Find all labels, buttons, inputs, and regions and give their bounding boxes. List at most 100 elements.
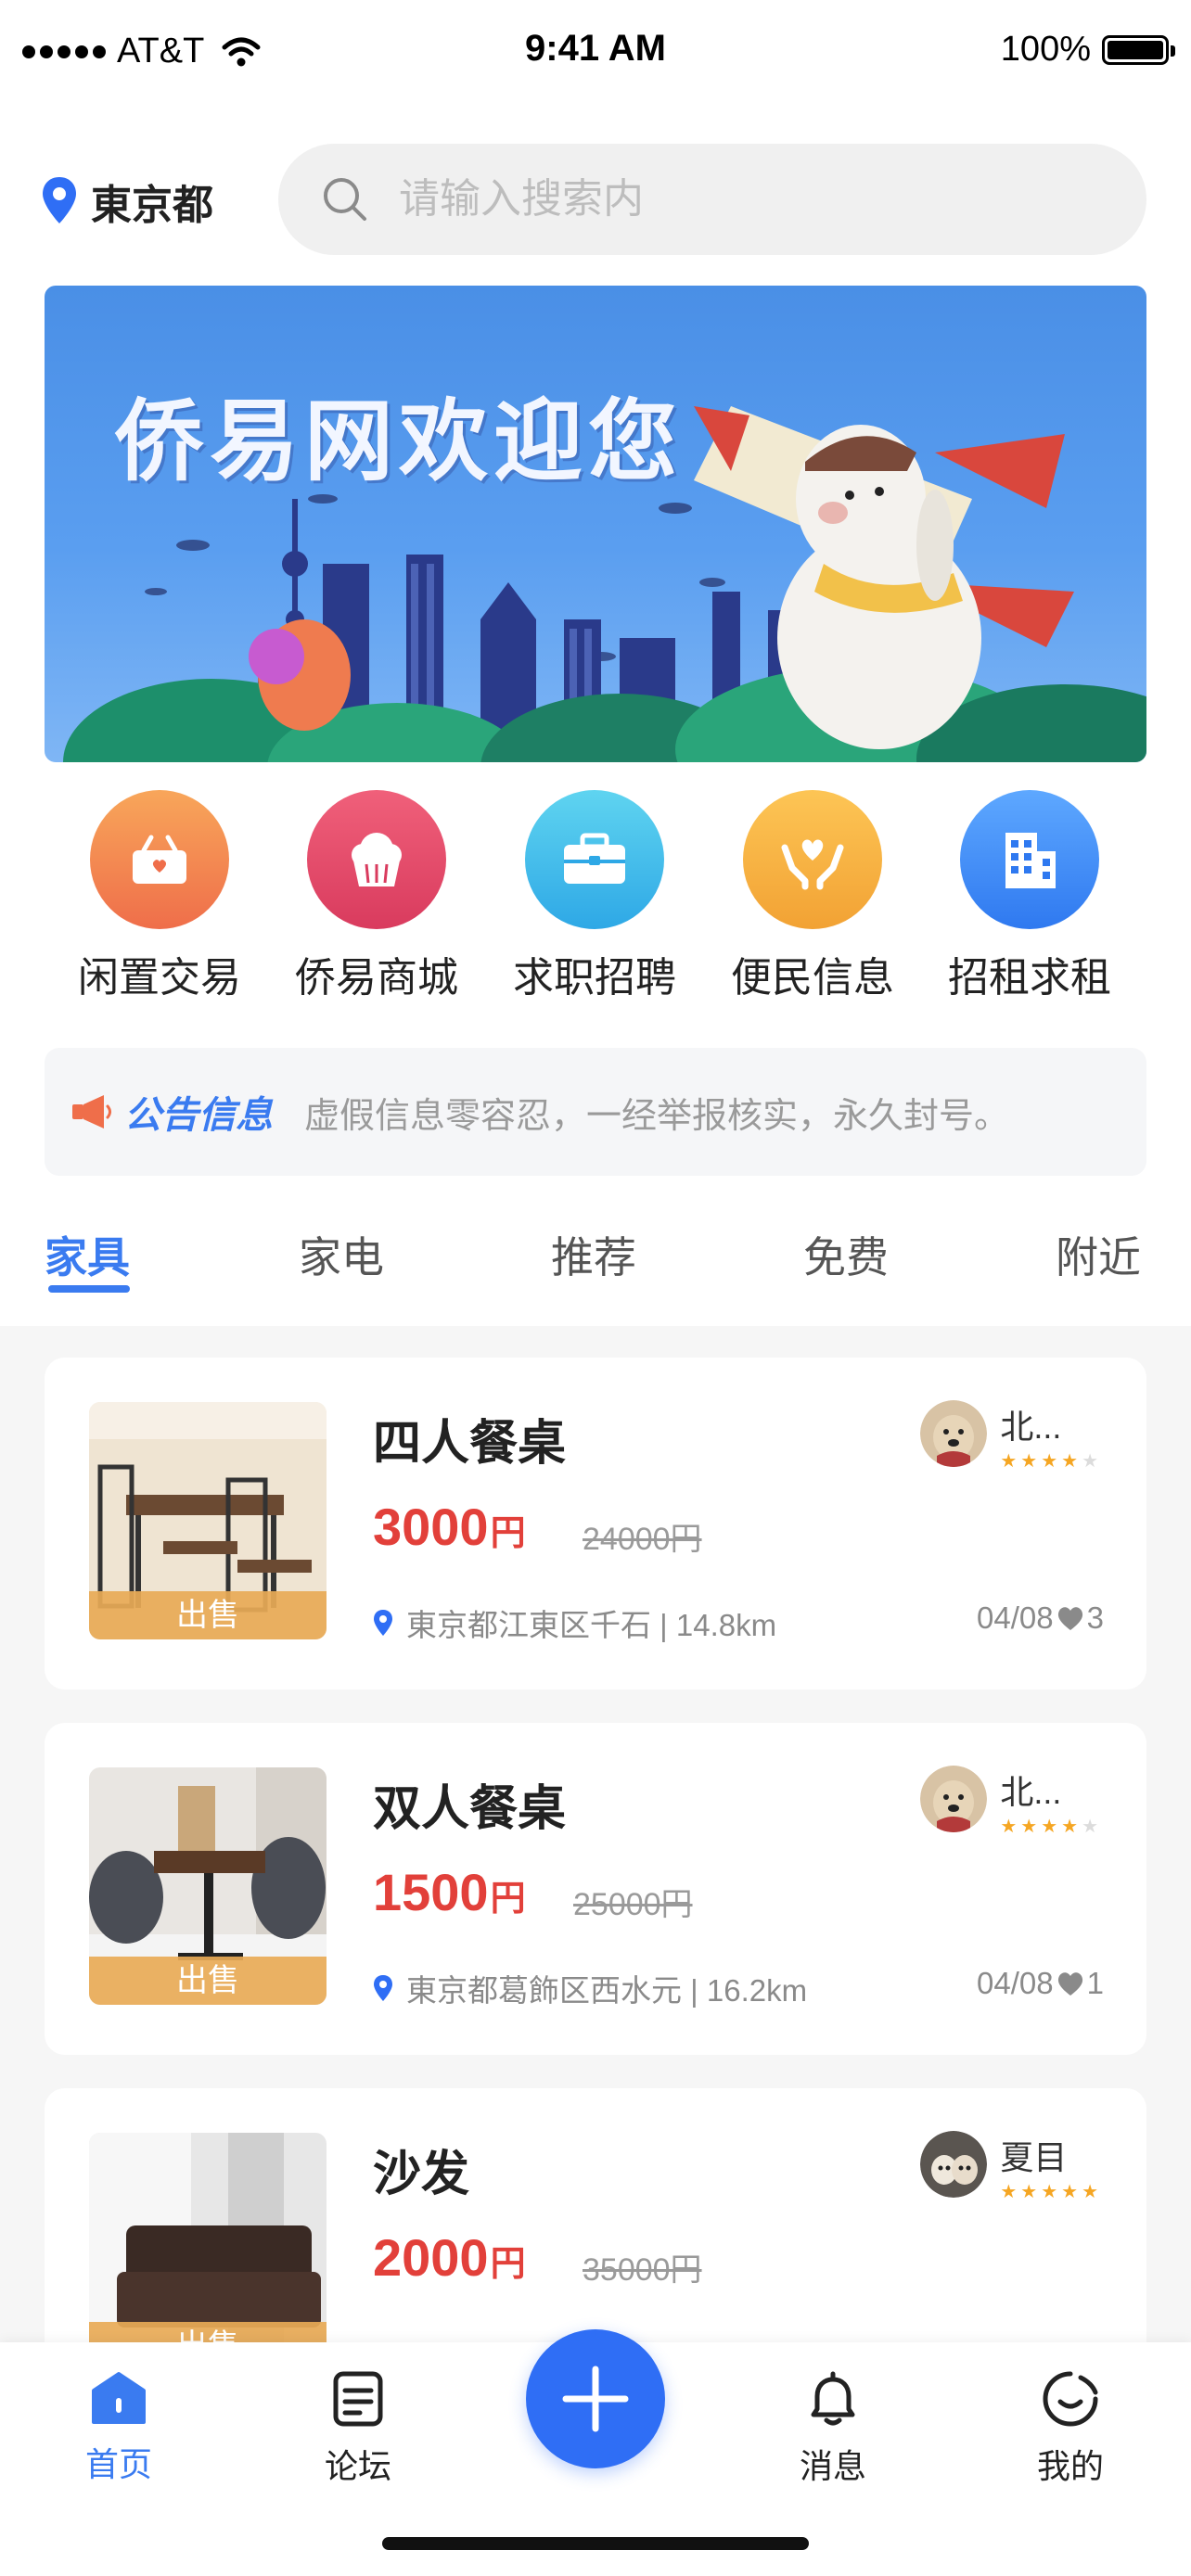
seller-name: 北... <box>1000 1408 1062 1446</box>
city-name: 東京都 <box>91 183 213 228</box>
seller-name: 夏目 <box>1000 2138 1068 2176</box>
listing-title: 沙发 <box>373 2148 470 2201</box>
forum-icon <box>333 2371 383 2427</box>
post-date: 04/08 <box>977 1966 1054 2000</box>
search-bar[interactable] <box>278 144 1146 255</box>
search-input[interactable] <box>397 175 1106 223</box>
battery-icon <box>1102 34 1175 65</box>
post-date: 04/08 <box>977 1600 1054 1635</box>
tab-furniture[interactable]: 家具 <box>45 1224 130 1285</box>
location-pin-icon <box>374 1610 392 1636</box>
listing-location: 東京都葛飾区西水元 | 16.2km <box>373 1966 807 2010</box>
cupcake-icon <box>307 790 446 929</box>
seller-name: 北... <box>1000 1773 1062 1811</box>
basket-icon <box>90 790 229 929</box>
listing-title: 双人餐桌 <box>373 1782 567 1836</box>
tab-messages-label: 消息 <box>799 2447 866 2485</box>
banner-illustration <box>63 406 1146 762</box>
tab-free[interactable]: 免费 <box>803 1224 889 1285</box>
price-value: 2000 <box>373 2228 489 2287</box>
listing-photo: 出售 <box>89 1402 327 1639</box>
listing-title: 四人餐桌 <box>373 1417 567 1471</box>
tab-messages[interactable]: 消息 <box>768 2370 898 2488</box>
category-item-jobs[interactable]: 求职招聘 <box>502 790 687 1003</box>
heart-icon[interactable] <box>1056 1605 1085 1631</box>
avatar <box>920 1400 988 1467</box>
search-row: 東京都 <box>0 144 1191 259</box>
tab-profile-label: 我的 <box>1036 2447 1104 2485</box>
original-price: 24000円 <box>583 1522 702 1557</box>
rating-stars: ★ ★ ★ ★ ★ <box>1000 2182 1098 2202</box>
price-unit: 円 <box>490 2245 526 2284</box>
plus-icon <box>562 2366 629 2432</box>
rating-stars: ★ ★ ★ ★ ★ <box>1000 1451 1098 1472</box>
like-count: 3 <box>1086 1600 1104 1635</box>
rating-stars: ★ ★ ★ ★ ★ <box>1000 1817 1098 1837</box>
battery-percent: 100% <box>1000 30 1091 69</box>
listing-price: 1500円 <box>373 1862 526 1922</box>
price-value: 3000 <box>373 1498 489 1556</box>
category-item-local-info[interactable]: 便民信息 <box>720 790 905 1003</box>
home-indicator <box>382 2537 809 2550</box>
listing-photo: 出售 <box>89 2133 327 2370</box>
listing-meta: 04/08 3 <box>977 1600 1104 1636</box>
announcement-title: 公告信息 <box>124 1095 273 1136</box>
smiley-icon <box>1043 2371 1098 2427</box>
heart-icon[interactable] <box>1056 1970 1085 1996</box>
tab-nearby[interactable]: 附近 <box>1056 1224 1141 1285</box>
price-unit: 円 <box>490 1514 526 1553</box>
tab-home[interactable]: 首页 <box>54 2370 184 2486</box>
category-label: 求职招聘 <box>513 955 676 1001</box>
category-label: 招租求租 <box>948 955 1111 1001</box>
listing-price: 2000円 <box>373 2227 526 2288</box>
location-text: 東京都葛飾区西水元 | 16.2km <box>406 1973 808 2008</box>
announcement-bar[interactable]: 公告信息 虚假信息零容忍，一经举报核实，永久封号。 <box>45 1048 1146 1176</box>
category-item-idle-trade[interactable]: 闲置交易 <box>67 790 252 1003</box>
battery-group: 100% <box>1000 30 1175 70</box>
tab-home-label: 首页 <box>84 2445 152 2483</box>
banner-title: 侨易网欢迎您 <box>115 389 683 493</box>
like-count: 1 <box>1086 1966 1104 2000</box>
location-pin-icon <box>374 1975 392 2001</box>
search-icon <box>324 178 366 221</box>
add-post-button[interactable] <box>526 2329 665 2468</box>
megaphone-icon <box>72 1095 111 1129</box>
listing-feed: 出售 四人餐桌 3000円 24000円 東京都江東区千石 | 14.8km 0… <box>0 1326 1191 2420</box>
listing-meta: 04/08 1 <box>977 1966 1104 2001</box>
promo-banner[interactable]: 侨易网欢迎您 <box>45 286 1146 762</box>
listing-photo: 出售 <box>89 1767 327 2005</box>
category-item-rental[interactable]: 招租求租 <box>937 790 1122 1003</box>
category-label: 便民信息 <box>731 955 894 1001</box>
price-unit: 円 <box>490 1880 526 1919</box>
price-value: 1500 <box>373 1863 489 1921</box>
building-icon <box>960 790 1099 929</box>
tab-recommended[interactable]: 推荐 <box>551 1224 636 1285</box>
tab-forum[interactable]: 论坛 <box>293 2370 423 2488</box>
seller-info[interactable]: 北... ★ ★ ★ ★ ★ <box>920 1400 1098 1471</box>
original-price: 35000円 <box>583 2252 702 2288</box>
location-selector[interactable]: 東京都 <box>41 172 213 231</box>
category-item-mall[interactable]: 侨易商城 <box>284 790 469 1003</box>
briefcase-icon <box>525 790 664 929</box>
sale-badge: 出售 <box>89 1957 327 2005</box>
category-tabs: 家具 家电 推荐 免费 附近 <box>0 1215 1191 1317</box>
seller-info[interactable]: 北... ★ ★ ★ ★ ★ <box>920 1766 1098 1836</box>
announcement-text: 虚假信息零容忍，一经举报核实，永久封号。 <box>304 1096 1010 1136</box>
listing-price: 3000円 <box>373 1497 526 1557</box>
avatar <box>920 1766 988 1832</box>
tab-profile[interactable]: 我的 <box>1005 2370 1135 2488</box>
category-grid: 闲置交易 侨易商城 求职招聘 便民信息 招租求租 <box>0 790 1191 1013</box>
listing-card[interactable]: 出售 四人餐桌 3000円 24000円 東京都江東区千石 | 14.8km 0… <box>45 1358 1146 1690</box>
seller-info[interactable]: 夏目 ★ ★ ★ ★ ★ <box>920 2131 1098 2201</box>
active-tab-indicator <box>48 1285 130 1293</box>
bell-icon <box>811 2371 855 2426</box>
avatar <box>920 2131 988 2198</box>
heart-hands-icon <box>743 790 882 929</box>
listing-location: 東京都江東区千石 | 14.8km <box>373 1600 776 1645</box>
category-label: 闲置交易 <box>78 955 241 1001</box>
status-bar: AT&T 9:41 AM 100% <box>0 0 1191 104</box>
tab-appliances[interactable]: 家电 <box>299 1224 384 1285</box>
tab-forum-label: 论坛 <box>324 2447 391 2485</box>
listing-card[interactable]: 出售 双人餐桌 1500円 25000円 東京都葛飾区西水元 | 16.2km … <box>45 1723 1146 2055</box>
home-icon <box>92 2372 146 2424</box>
